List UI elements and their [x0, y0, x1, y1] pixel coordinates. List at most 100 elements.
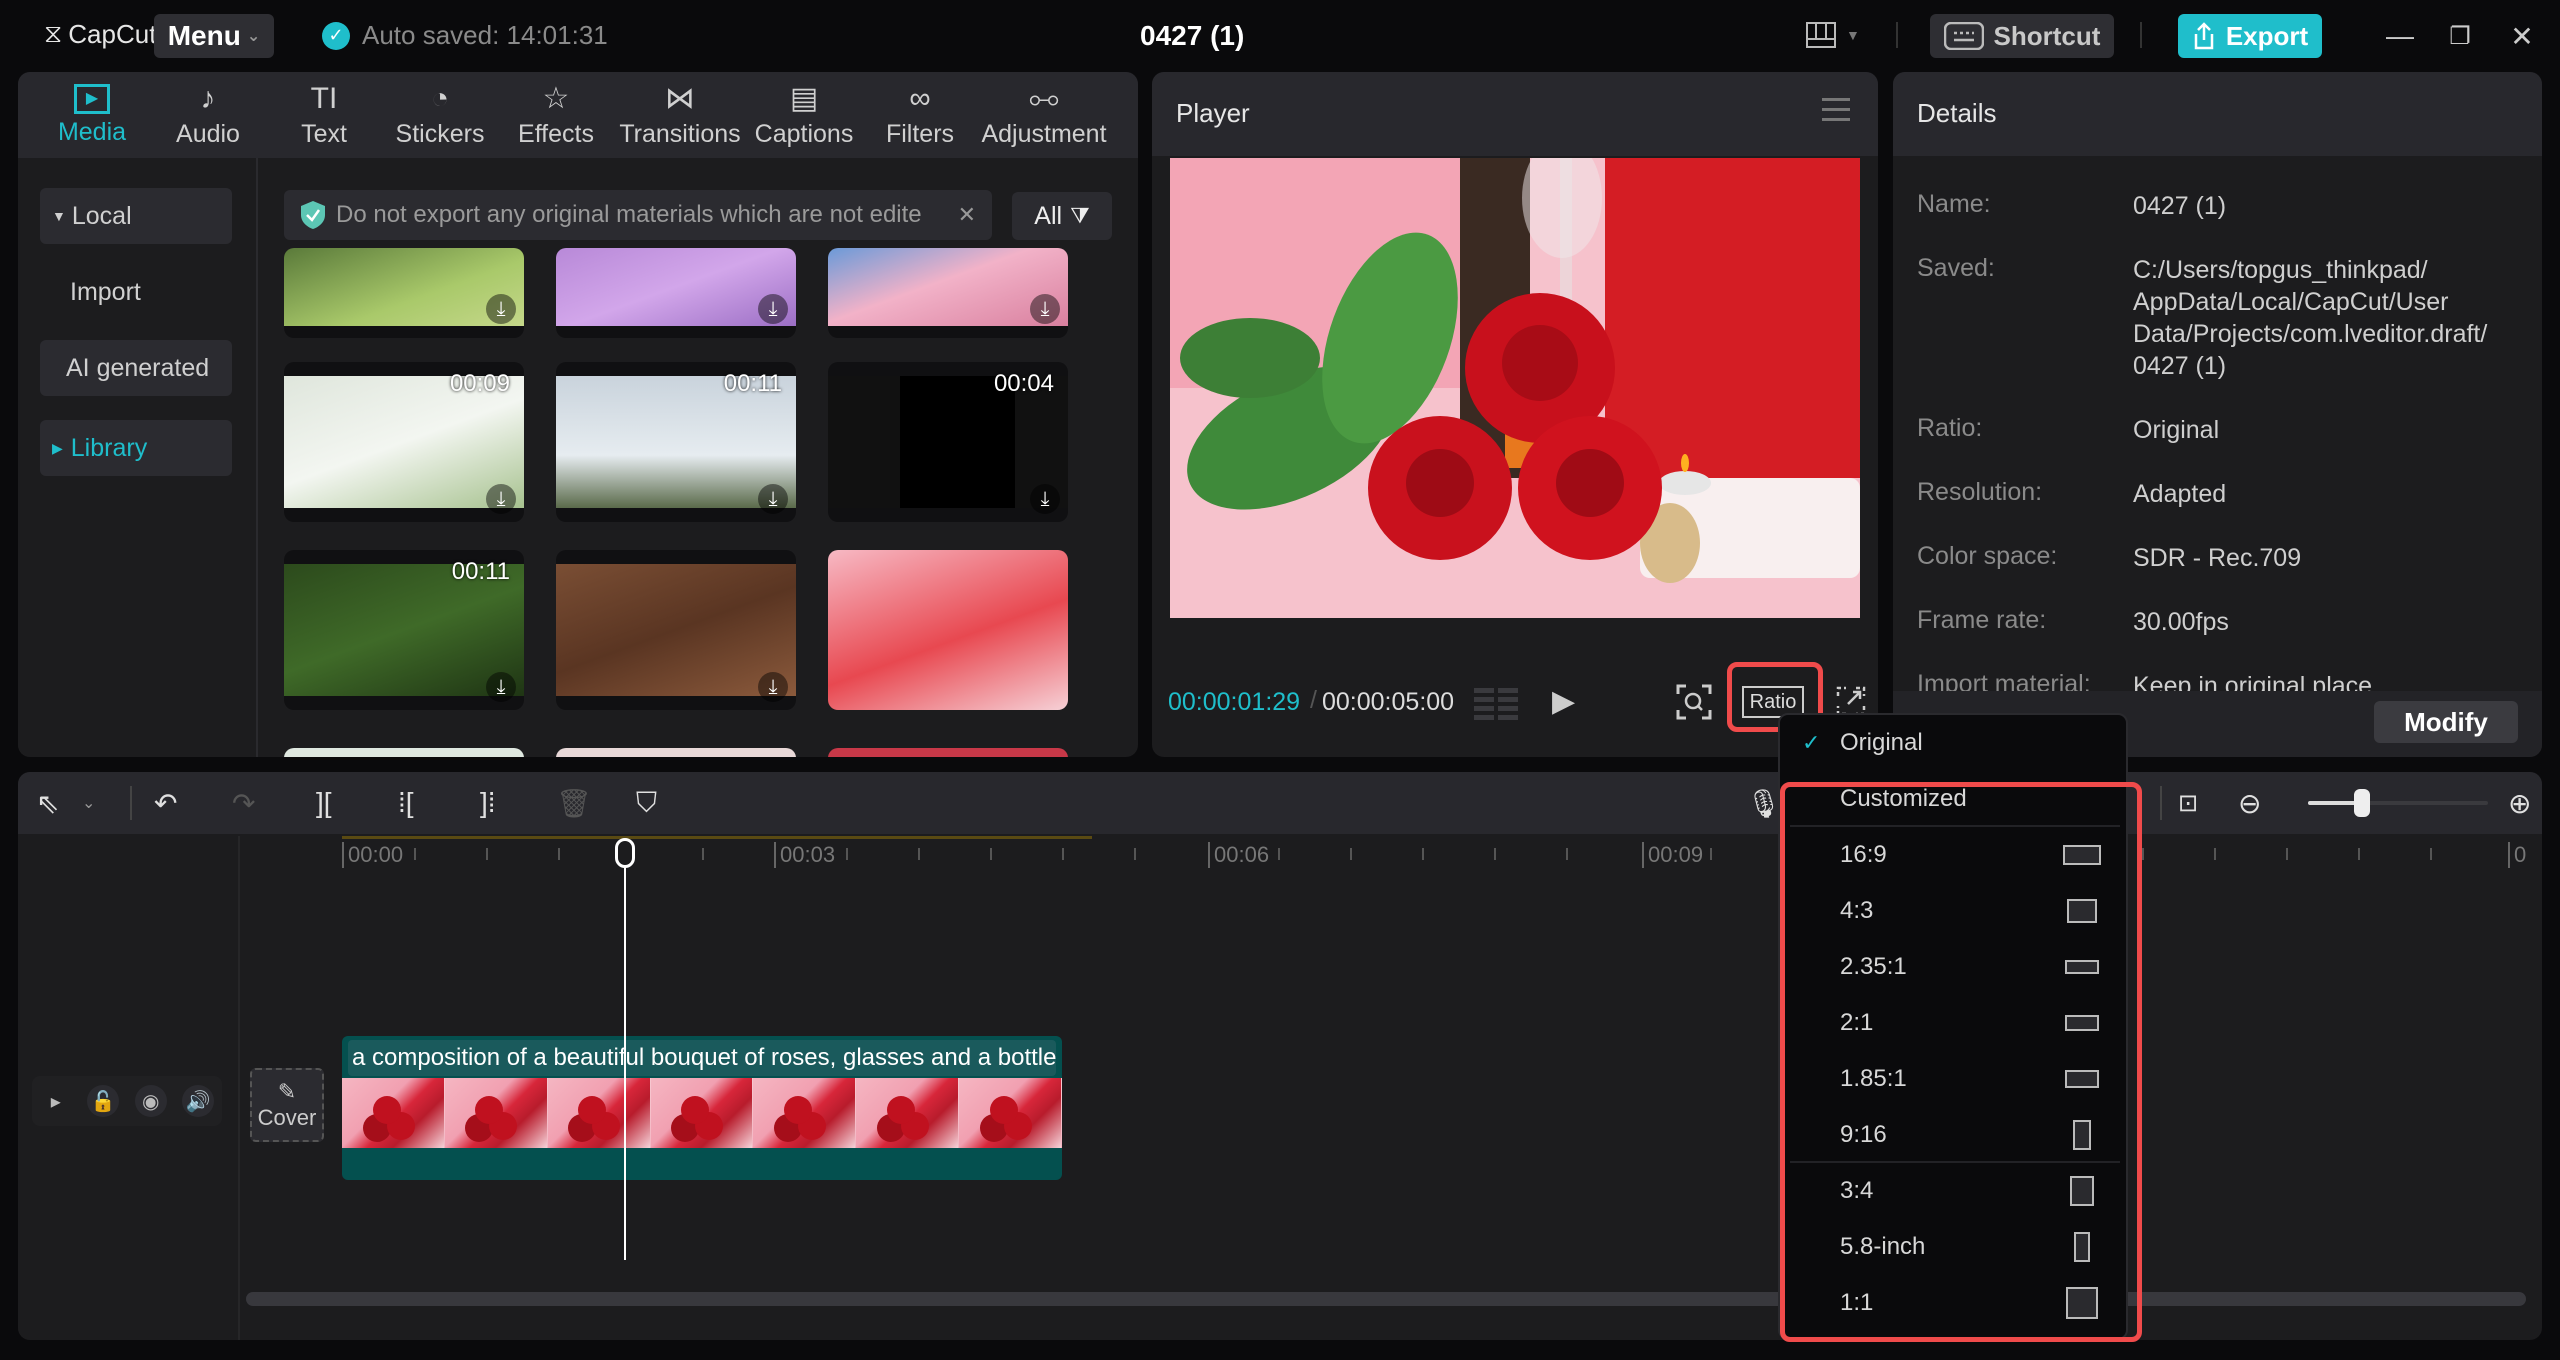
tab-adjustment[interactable]: ⧟ Adjustment — [978, 72, 1110, 158]
close-button[interactable]: ✕ — [2502, 18, 2542, 54]
duration-label: 00:11 — [451, 558, 510, 585]
redo-button[interactable]: ↷ — [232, 786, 255, 820]
timeline-scrollbar[interactable] — [246, 1292, 2526, 1306]
speaker-icon[interactable]: 🔊 — [182, 1085, 215, 1117]
sidenav-library[interactable]: ▶ Library — [40, 420, 232, 476]
zoom-in-button[interactable]: ⊕ — [2508, 786, 2531, 820]
tab-audio[interactable]: ♪ Audio — [150, 72, 266, 158]
delete-button[interactable]: 🗑 — [556, 786, 592, 820]
ruler-tick — [2358, 848, 2360, 860]
sidenav-local[interactable]: ▼ Local — [40, 188, 232, 244]
ruler-tick — [2286, 848, 2288, 860]
slider-handle[interactable] — [2354, 789, 2370, 817]
shortcut-button[interactable]: Shortcut — [1930, 14, 2114, 58]
filter-button[interactable]: All ⧩ — [1012, 192, 1112, 240]
media-thumbnail[interactable] — [828, 550, 1068, 710]
media-thumbnail[interactable]: ⤓ — [828, 248, 1068, 338]
media-thumbnail[interactable]: 00:09 ⤓ — [284, 362, 524, 522]
zoom-fit-icon[interactable] — [1676, 684, 1712, 720]
tab-captions[interactable]: ▤ Captions — [746, 72, 862, 158]
restore-button[interactable]: ❐ — [2440, 18, 2480, 54]
capcut-logo: ⧖ CapCut — [44, 18, 156, 50]
eye-icon[interactable]: ◉ — [134, 1085, 167, 1117]
tab-filters[interactable]: ∞ Filters — [862, 72, 978, 158]
ruler-tick — [2142, 848, 2144, 860]
tab-label: Text — [301, 119, 347, 148]
media-thumbnail[interactable]: 00:11 ⤓ — [284, 550, 524, 710]
record-button[interactable]: 🎙 — [1746, 786, 1782, 820]
download-icon[interactable]: ⤓ — [1030, 294, 1060, 324]
download-icon[interactable]: ⤓ — [758, 484, 788, 514]
download-icon[interactable]: ⤓ — [486, 672, 516, 702]
split-button[interactable]: ][ — [316, 786, 332, 820]
shield-check-icon — [301, 201, 325, 229]
download-icon[interactable]: ⤓ — [758, 672, 788, 702]
player-header: Player — [1152, 72, 1878, 156]
zoom-out-button[interactable]: ⊖ — [2238, 786, 2261, 820]
undo-button[interactable]: ↶ — [154, 786, 177, 820]
detail-key: Ratio: — [1917, 414, 1983, 442]
download-icon[interactable]: ⤓ — [486, 294, 516, 324]
media-thumbnail[interactable]: ⤓ — [556, 550, 796, 710]
ruler-tick — [1566, 848, 1568, 860]
detail-value: SDR - Rec.709 — [2133, 544, 2302, 572]
sidenav-library-label: Library — [70, 433, 148, 462]
cover-button[interactable]: ✎ Cover — [250, 1068, 324, 1142]
tab-label: Transitions — [619, 119, 741, 148]
playhead-handle[interactable] — [615, 838, 635, 868]
split-right-button[interactable]: ]⁞ — [480, 786, 496, 820]
download-icon[interactable]: ⤓ — [486, 484, 516, 514]
marker-button[interactable]: ⛉ — [636, 786, 657, 820]
sidenav-ai-generated[interactable]: AI generated — [40, 340, 232, 396]
media-thumbnail[interactable] — [828, 748, 1068, 757]
media-thumbnail[interactable]: ⤓ — [556, 248, 796, 338]
project-title: 0427 (1) — [1140, 20, 1245, 51]
tab-text[interactable]: TI Text — [266, 72, 382, 158]
export-button[interactable]: Export — [2178, 14, 2322, 58]
menu-button[interactable]: Menu ⌄ — [154, 14, 274, 58]
fullscreen-icon[interactable] — [1836, 686, 1866, 716]
layout-button[interactable]: ▼ — [1806, 22, 1860, 48]
tab-label: Media — [57, 117, 127, 146]
zoom-to-fit-button[interactable]: ⊡ — [2178, 786, 2198, 820]
select-tool-button[interactable]: ⇖ — [36, 786, 59, 820]
media-thumbnail[interactable]: 00:11 ⤓ — [556, 362, 796, 522]
video-preview[interactable] — [1170, 158, 1860, 618]
detail-key: Resolution: — [1917, 478, 2043, 506]
ruler-tick — [1710, 848, 1712, 860]
download-icon[interactable]: ⤓ — [758, 294, 788, 324]
effects-icon: ☆ — [542, 81, 570, 115]
ruler-tick — [846, 848, 848, 860]
tab-media[interactable]: ▶ Media — [34, 72, 150, 158]
download-icon[interactable]: ⤓ — [1030, 484, 1060, 514]
preview-image — [1170, 158, 1860, 618]
select-tool-dropdown[interactable]: ⌄ — [82, 786, 95, 820]
time-ruler[interactable]: 00:00 00:03 00:06 00:09 0 — [18, 836, 2542, 876]
tab-transitions[interactable]: ⋈ Transitions — [614, 72, 746, 158]
sidenav-import[interactable]: Import — [40, 264, 232, 320]
lock-icon[interactable]: 🔓 — [87, 1085, 120, 1117]
media-thumbnail[interactable] — [556, 748, 796, 757]
split-left-button[interactable]: ⁞[ — [398, 786, 414, 820]
play-button[interactable]: ▶ — [1552, 684, 1575, 719]
timeline-zoom-slider[interactable] — [2308, 789, 2488, 817]
tab-effects[interactable]: ☆ Effects — [498, 72, 614, 158]
clip-frame — [547, 1078, 651, 1148]
sidenav-local-label: Local — [71, 201, 132, 230]
media-sidenav: ▼ Local Import AI generated ▶ Library — [18, 158, 258, 757]
close-notice-icon[interactable]: ✕ — [958, 202, 976, 228]
modify-button[interactable]: Modify — [2374, 701, 2518, 743]
player-menu-icon[interactable] — [1822, 98, 1850, 128]
ruler-label: 00:09 — [1642, 842, 1703, 868]
video-clip[interactable]: a composition of a beautiful bouquet of … — [342, 1036, 1062, 1180]
tab-label: Adjustment — [981, 119, 1107, 148]
chevron-down-icon: ⌄ — [246, 28, 261, 45]
ruler-tick — [918, 848, 920, 860]
tab-stickers[interactable]: ◔ Stickers — [382, 72, 498, 158]
ratio-option-original[interactable]: ✓ Original — [1780, 715, 2126, 771]
layout-icon — [1806, 22, 1836, 48]
media-thumbnail[interactable]: 00:04 ⤓ — [828, 362, 1068, 522]
media-thumbnail[interactable] — [284, 748, 524, 757]
minimize-button[interactable]: — — [2380, 18, 2420, 54]
media-thumbnail[interactable]: ⤓ — [284, 248, 524, 338]
